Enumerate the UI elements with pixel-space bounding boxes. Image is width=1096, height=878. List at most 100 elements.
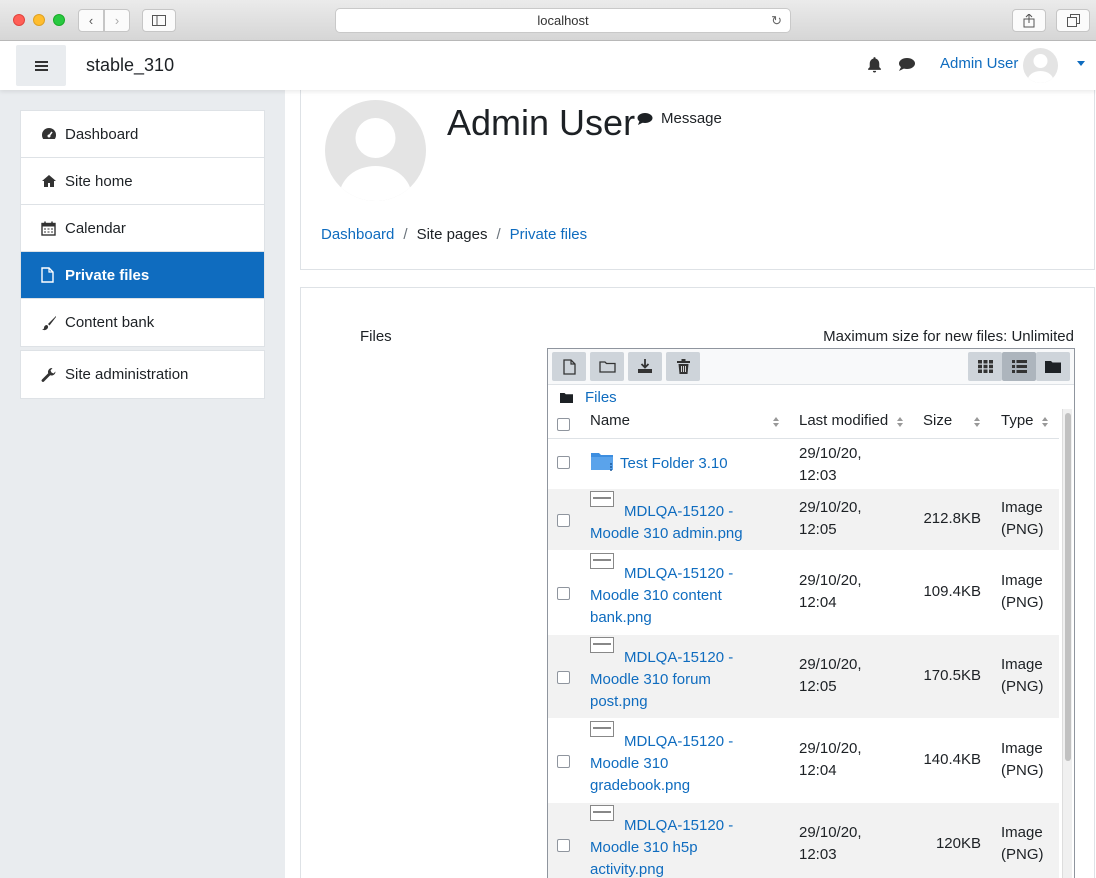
file-name-link[interactable]: MDLQA-15120 - Moodle 310 forum post.png — [590, 637, 750, 713]
sort-icon[interactable] — [974, 417, 980, 429]
image-thumbnail-icon — [590, 491, 614, 507]
file-name-link[interactable]: MDLQA-15120 - Moodle 310 content bank.pn… — [590, 553, 750, 629]
home-icon — [42, 175, 56, 187]
row-checkbox[interactable] — [557, 839, 570, 852]
table-row[interactable]: MDLQA-15120 - Moodle 310 gradebook.png 2… — [548, 719, 1059, 803]
add-file-button[interactable] — [552, 352, 586, 381]
back-button[interactable]: ‹ — [78, 9, 104, 32]
breadcrumb-separator: / — [496, 226, 501, 243]
table-row[interactable]: MDLQA-15120 - Moodle 310 admin.png 29/10… — [548, 489, 1059, 551]
nav-item-calendar[interactable]: Calendar — [21, 205, 264, 252]
user-avatar-icon — [339, 118, 412, 201]
table-row[interactable]: MDLQA-15120 - Moodle 310 content bank.pn… — [548, 551, 1059, 635]
sidebar-toggle-button[interactable] — [142, 9, 176, 32]
user-menu-name[interactable]: Admin User — [940, 55, 1018, 72]
breadcrumb-separator: / — [403, 226, 408, 243]
view-tree-button[interactable] — [1036, 352, 1070, 381]
message-button[interactable]: Message — [637, 110, 722, 127]
nav-item-private-files[interactable]: Private files — [21, 252, 264, 299]
chat-icon[interactable] — [898, 57, 916, 72]
file-size: 120KB — [935, 835, 981, 852]
file-name-text: MDLQA-15120 - Moodle 310 forum post.png — [590, 649, 734, 710]
table-row[interactable]: Test Folder 3.10 29/10/20, 12:03 — [548, 441, 1059, 487]
url-text: localhost — [537, 13, 589, 28]
image-thumbnail-icon — [590, 805, 614, 821]
breadcrumb-site-pages: Site pages — [416, 226, 488, 243]
breadcrumb: Dashboard / Site pages / Private files — [321, 226, 587, 243]
create-folder-button[interactable] — [590, 352, 624, 381]
file-manager-toolbar — [548, 349, 1074, 385]
forward-button[interactable]: › — [104, 9, 130, 32]
row-checkbox[interactable] — [557, 755, 570, 768]
browser-chrome: ‹ › localhost ↻ — [0, 0, 1096, 41]
bell-icon[interactable] — [866, 56, 883, 73]
sort-icon[interactable] — [773, 417, 779, 429]
profile-avatar — [325, 100, 426, 201]
file-modified: 29/10/20, 12:05 — [799, 656, 862, 695]
select-all-checkbox[interactable] — [557, 418, 570, 431]
nav-item-label: Site home — [65, 172, 133, 190]
folder-icon — [591, 453, 613, 472]
table-row[interactable]: MDLQA-15120 - Moodle 310 h5p activity.pn… — [548, 803, 1059, 878]
nav-drawer-admin-group: Site administration — [20, 350, 265, 399]
row-checkbox[interactable] — [557, 514, 570, 527]
sidebar-icon — [152, 15, 166, 26]
file-name-text: MDLQA-15120 - Moodle 310 h5p activity.pn… — [590, 817, 734, 878]
file-name-link[interactable]: MDLQA-15120 - Moodle 310 h5p activity.pn… — [590, 805, 750, 878]
dashboard-icon — [42, 128, 56, 139]
file-name-link[interactable]: MDLQA-15120 - Moodle 310 gradebook.png — [590, 721, 750, 797]
file-list-scrollbar[interactable] — [1062, 409, 1072, 878]
view-icons-button[interactable] — [968, 352, 1002, 381]
file-type: Image (PNG) — [1001, 572, 1044, 611]
breadcrumb-dashboard[interactable]: Dashboard — [321, 226, 394, 243]
file-name-text: MDLQA-15120 - Moodle 310 content bank.pn… — [590, 565, 734, 626]
file-name-link[interactable]: Test Folder 3.10 — [590, 453, 750, 475]
column-header-name[interactable]: Name — [590, 409, 630, 437]
chevron-left-icon: ‹ — [88, 13, 94, 28]
view-list-button[interactable] — [1002, 352, 1036, 381]
row-checkbox[interactable] — [557, 587, 570, 600]
file-icon — [562, 358, 576, 375]
file-name-text: MDLQA-15120 - Moodle 310 admin.png — [590, 503, 743, 542]
sort-icon[interactable] — [1042, 417, 1048, 429]
table-row[interactable]: MDLQA-15120 - Moodle 310 forum post.png … — [548, 635, 1059, 719]
row-checkbox[interactable] — [557, 456, 570, 469]
user-menu-caret-icon[interactable] — [1077, 61, 1085, 66]
nav-item-label: Dashboard — [65, 125, 139, 143]
file-name-link[interactable]: MDLQA-15120 - Moodle 310 admin.png — [590, 491, 750, 545]
nav-item-content-bank[interactable]: Content bank — [21, 299, 264, 346]
reload-icon[interactable]: ↻ — [771, 9, 782, 32]
close-window-button[interactable] — [13, 14, 25, 26]
trash-icon — [676, 359, 690, 374]
tabs-button[interactable] — [1056, 9, 1090, 32]
delete-button[interactable] — [666, 352, 700, 381]
zoom-window-button[interactable] — [53, 14, 65, 26]
file-modified: 29/10/20, 12:04 — [799, 740, 862, 779]
nav-item-site-home[interactable]: Site home — [21, 158, 264, 205]
file-type: Image (PNG) — [1001, 656, 1044, 695]
nav-item-label: Site administration — [65, 366, 189, 383]
minimize-window-button[interactable] — [33, 14, 45, 26]
user-avatar-icon — [1027, 54, 1054, 83]
path-root-link[interactable]: Files — [585, 389, 617, 406]
file-modified: 29/10/20, 12:03 — [799, 824, 862, 863]
row-checkbox[interactable] — [557, 671, 570, 684]
user-avatar[interactable] — [1023, 48, 1058, 83]
scrollbar-thumb[interactable] — [1065, 413, 1071, 761]
nav-item-label: Private files — [65, 266, 150, 284]
site-name[interactable]: stable_310 — [86, 55, 174, 76]
comment-icon — [637, 112, 653, 125]
column-header-size[interactable]: Size — [923, 409, 952, 437]
message-label: Message — [661, 110, 722, 127]
nav-item-dashboard[interactable]: Dashboard — [21, 111, 264, 158]
download-button[interactable] — [628, 352, 662, 381]
breadcrumb-private-files[interactable]: Private files — [510, 226, 588, 243]
drawer-toggle-button[interactable] — [16, 45, 66, 86]
column-header-modified[interactable]: Last modified — [799, 409, 888, 437]
share-button[interactable] — [1012, 9, 1046, 32]
image-thumbnail-icon — [590, 553, 614, 569]
column-header-type[interactable]: Type — [1001, 409, 1034, 437]
url-bar[interactable]: localhost ↻ — [335, 8, 791, 33]
sort-icon[interactable] — [897, 417, 903, 429]
nav-item-site-administration[interactable]: Site administration — [21, 351, 264, 398]
